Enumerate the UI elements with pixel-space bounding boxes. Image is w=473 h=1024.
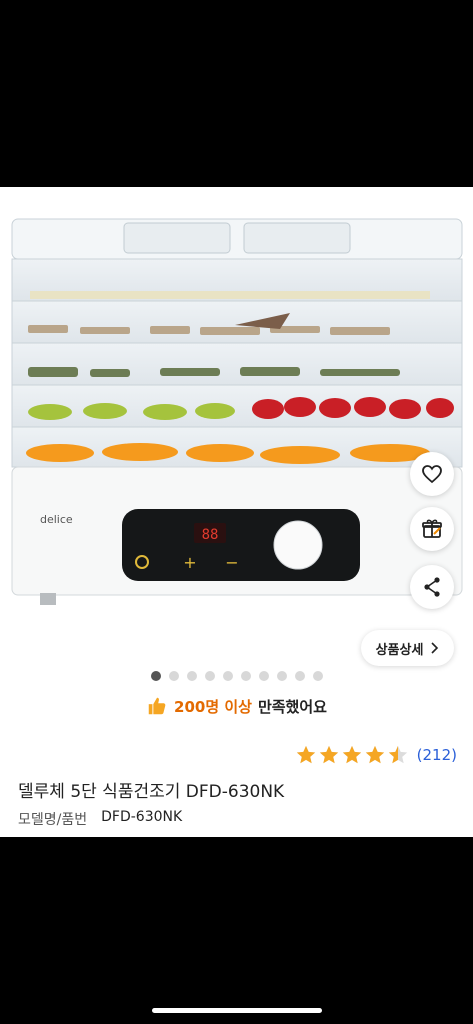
star-icon — [388, 745, 407, 764]
wishlist-button[interactable] — [410, 452, 454, 496]
star-icon — [365, 745, 384, 764]
model-value: DFD-630NK — [101, 809, 183, 825]
svg-text:−: − — [225, 553, 238, 572]
star-icon — [296, 745, 315, 764]
share-button[interactable] — [410, 565, 454, 609]
pagination-dot[interactable] — [187, 671, 197, 681]
star-icon — [319, 745, 338, 764]
chevron-right-icon — [431, 642, 439, 654]
gallery-pagination[interactable] — [0, 671, 473, 681]
model-label: 모델명/품번 — [18, 812, 88, 828]
top-black-bar — [0, 0, 473, 187]
product-detail-button[interactable]: 상품상세 — [361, 630, 454, 666]
home-indicator — [152, 1008, 322, 1013]
bottom-black-bar — [0, 837, 473, 1024]
gift-button[interactable] — [410, 507, 454, 551]
brand-logo: delice — [40, 513, 73, 526]
svg-text:+: + — [183, 553, 196, 572]
star-icon — [342, 745, 361, 764]
rating[interactable]: (212) — [295, 744, 457, 766]
review-count[interactable]: (212) — [417, 746, 457, 764]
thumbs-up-icon — [148, 697, 166, 715]
pagination-dot[interactable] — [259, 671, 269, 681]
display-reading: 88 — [202, 527, 219, 543]
pagination-dot[interactable] — [313, 671, 323, 681]
pagination-dot[interactable] — [151, 671, 161, 681]
pagination-dot[interactable] — [241, 671, 251, 681]
model-info: 모델명/품번 DFD-630NK — [18, 809, 182, 829]
star-rating — [295, 744, 409, 766]
pagination-dot[interactable] — [277, 671, 287, 681]
share-icon — [424, 577, 440, 597]
product-detail-label: 상품상세 — [375, 642, 424, 658]
product-image[interactable]: 88 + − delice — [0, 187, 473, 657]
pagination-dot[interactable] — [169, 671, 179, 681]
satisfaction-highlight: 200명 이상 — [174, 697, 252, 716]
pagination-dot[interactable] — [205, 671, 215, 681]
satisfaction-text: 만족했어요 — [257, 697, 327, 716]
pagination-dot[interactable] — [223, 671, 233, 681]
pagination-dot[interactable] — [295, 671, 305, 681]
product-sheet: 88 + − delice 상품상세 200명 이상 만족했어요 (212) 델… — [0, 187, 473, 837]
satisfaction-banner: 200명 이상 만족했어요 — [0, 695, 473, 717]
product-title: 델루체 5단 식품건조기 DFD-630NK — [18, 782, 285, 802]
food-dehydrator-illustration: 88 + − delice — [11, 218, 463, 605]
gift-icon — [422, 519, 442, 538]
heart-icon — [422, 465, 442, 484]
